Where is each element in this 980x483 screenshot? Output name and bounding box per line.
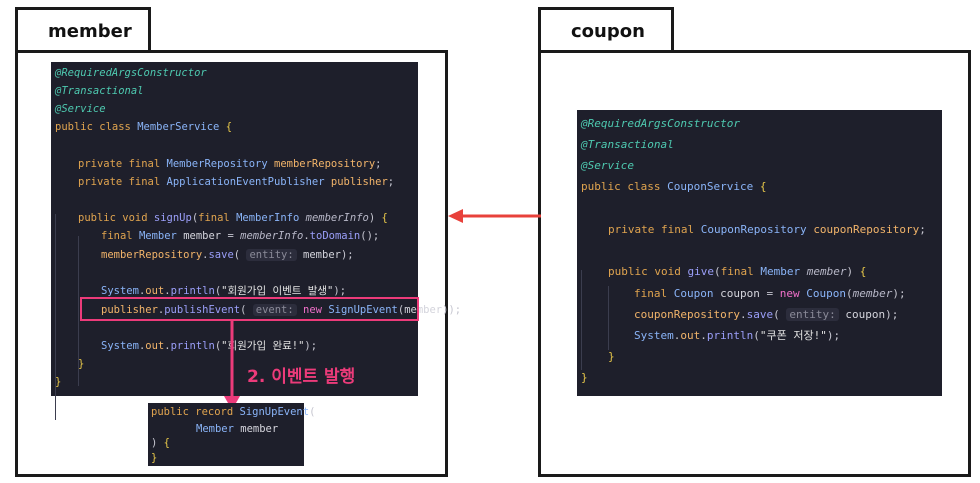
method-give: public void give(final Member member) {: [608, 265, 867, 278]
stmt-save-member: memberRepository.save( entity: member);: [101, 249, 354, 261]
publish-event-highlight: [80, 297, 419, 321]
annotation-service: @Service: [581, 159, 634, 172]
class-declaration: public class CouponService {: [581, 180, 767, 193]
member-panel-title: member: [48, 21, 132, 42]
annotation-required-args: @RequiredArgsConstructor: [581, 117, 740, 130]
coupon-panel-tab: coupon: [538, 7, 674, 53]
annotation-transactional: @Transactional: [55, 85, 144, 97]
stmt-println-event: System.out.println("회원가입 이벤트 발생");: [101, 285, 347, 297]
field-member-repository: private final MemberRepository memberRep…: [78, 158, 382, 170]
indent-guide: [608, 286, 609, 350]
stmt-println-complete: System.out.println("회원가입 완료!");: [101, 340, 318, 352]
class-declaration: public class MemberService {: [55, 121, 233, 133]
event-listen-arrow: [448, 209, 541, 223]
publish-event-label: 2. 이벤트 발행: [247, 367, 356, 387]
coupon-panel-title: coupon: [571, 21, 645, 42]
stmt-save-coupon: couponRepository.save( entity: coupon);: [634, 308, 899, 321]
stmt-println-coupon: System.out.println("쿠폰 저장!");: [634, 329, 841, 342]
stmt-to-domain: final Member member = memberInfo.toDomai…: [101, 230, 380, 242]
field-publisher: private final ApplicationEventPublisher …: [78, 176, 395, 188]
indent-guide: [581, 270, 582, 370]
stmt-new-coupon: final Coupon coupon = new Coupon(member)…: [634, 287, 906, 300]
member-panel-tab: member: [15, 7, 151, 53]
annotation-required-args: @RequiredArgsConstructor: [55, 67, 207, 79]
field-coupon-repository: private final CouponRepository couponRep…: [608, 223, 926, 236]
record-component: Member member: [196, 423, 279, 435]
annotation-transactional: @Transactional: [581, 138, 674, 151]
indent-guide: [55, 214, 56, 420]
publish-arrow: [224, 320, 240, 410]
record-declaration: public record SignUpEvent(: [151, 406, 316, 418]
method-signup: public void signUp(final MemberInfo memb…: [78, 212, 388, 224]
annotation-service: @Service: [55, 103, 106, 115]
signup-event-code: public record SignUpEvent( Member member…: [148, 403, 315, 466]
coupon-service-code: @RequiredArgsConstructor @Transactional …: [577, 110, 942, 396]
